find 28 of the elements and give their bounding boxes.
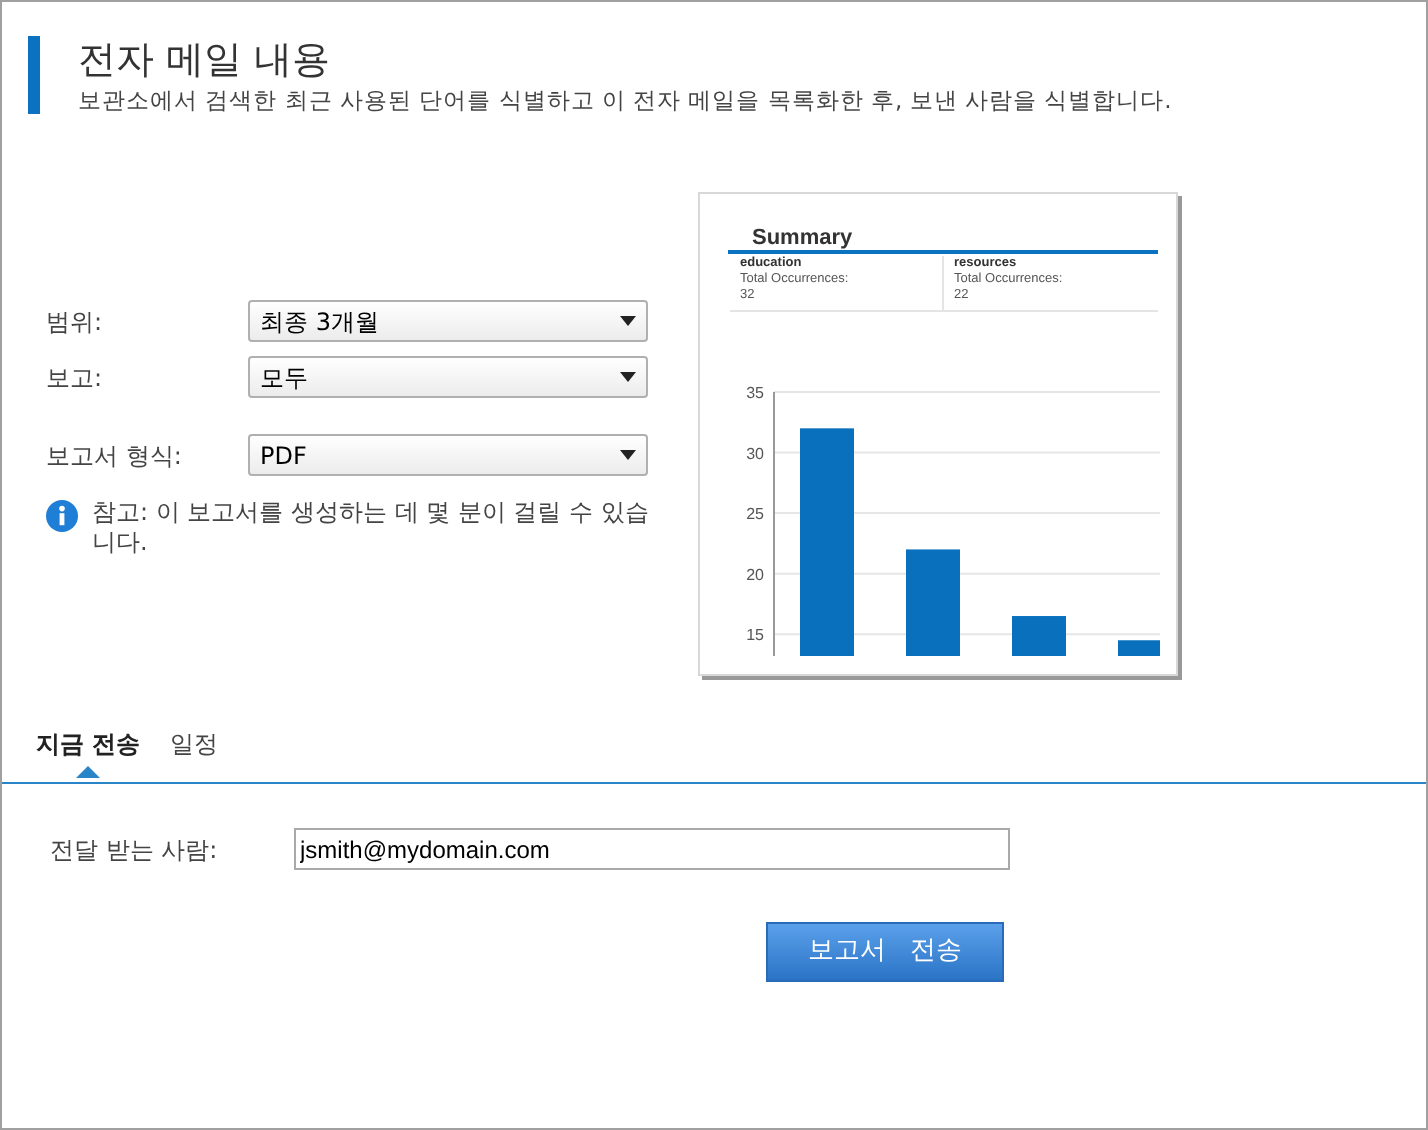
- field-label: 전달 받는 사람:: [50, 833, 220, 867]
- tab[interactable]: 지금 전송: [36, 726, 141, 762]
- bar: [1012, 616, 1066, 656]
- dropdown[interactable]: 최종 3개월: [248, 300, 648, 342]
- page-description: 보관소에서 검색한 최근 사용된 단어를 식별하고 이 전자 메일을 목록화한 후, 보낸 사람을 식별합니다.: [78, 84, 1172, 116]
- dropdown[interactable]: PDF: [248, 434, 648, 476]
- caret-icon: [620, 372, 636, 382]
- dropdown[interactable]: 모두: [248, 356, 648, 398]
- info-icon: [46, 500, 78, 532]
- axis-tick-label: 20: [746, 565, 764, 584]
- caret-icon: [620, 316, 636, 326]
- field-label: 보고서 형식:: [46, 439, 184, 473]
- send-report-button[interactable]: 보고서 전송: [766, 922, 1004, 982]
- field-label: 보고:: [46, 361, 105, 395]
- preview-title: Summary: [752, 224, 853, 254]
- page-title: 전자 메일 내용: [78, 36, 333, 84]
- axis-tick-label: 35: [746, 384, 764, 402]
- bar: [906, 549, 960, 656]
- field-label: 범위:: [46, 305, 105, 339]
- axis-tick-label: 30: [746, 444, 764, 463]
- caret-icon: [620, 450, 636, 460]
- note-text: 참고: 이 보고서를 생성하는 데 몇 분이 걸릴 수 있습니다.: [92, 498, 651, 558]
- recipient-field[interactable]: jsmith@mydomain.com: [294, 828, 1010, 870]
- axis-tick-label: 15: [746, 626, 764, 645]
- axis-tick-label: 25: [746, 505, 764, 524]
- tab[interactable]: 일정: [170, 726, 219, 762]
- selected-tab-indicator: [76, 766, 101, 778]
- bar: [1118, 640, 1160, 656]
